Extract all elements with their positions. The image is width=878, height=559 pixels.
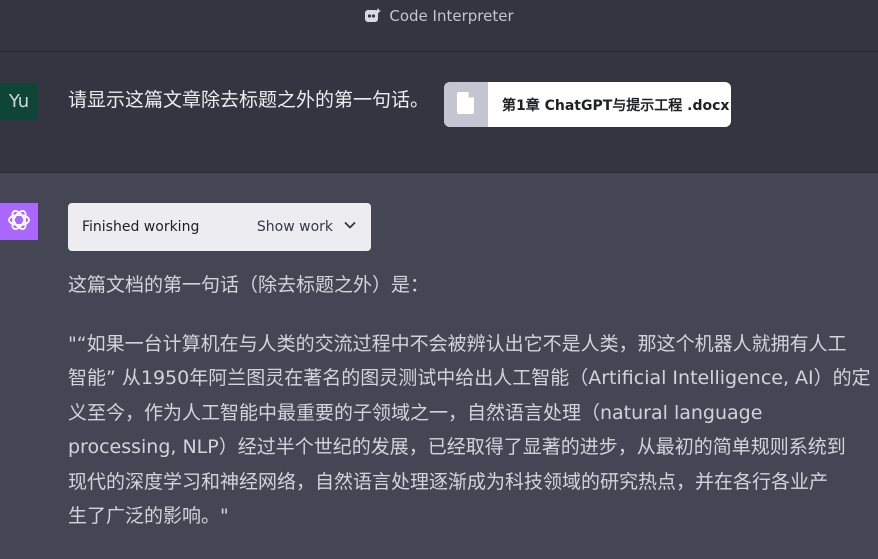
answer-line: 现代的深度学习和神经网络，自然语言处理逐渐成为科技领域的研究热点，并在各行各业产: [68, 470, 829, 493]
user-avatar: Yu: [0, 83, 38, 120]
answer-line: processing, NLP）经过半个世纪的发展，已经取得了显著的进步，从最初…: [68, 436, 846, 459]
show-work-label: Show work: [256, 219, 333, 235]
attachment-chip[interactable]: 第1章 ChatGPT与提示工程 .docx: [444, 82, 731, 127]
chevron-down-icon: [343, 218, 357, 236]
answer-line: 智能” 从1950年阿兰图灵在著名的图灵测试中给出人工智能（Artificial…: [68, 367, 871, 390]
user-message-row: [0, 52, 878, 173]
model-name: Code Interpreter: [389, 6, 514, 25]
work-status-label: Finished working: [82, 219, 200, 235]
answer-intro: 这篇文档的第一句话（除去标题之外）是：: [68, 274, 430, 296]
model-indicator[interactable]: Code Interpreter: [364, 6, 514, 25]
document-icon: [456, 91, 476, 119]
answer-quote: "“如果一台计算机在与人类的交流过程中不会被辨认出它不是人类，那这个机器人就拥有…: [68, 327, 878, 533]
top-bar: Code Interpreter: [0, 0, 878, 52]
answer-line: "“如果一台计算机在与人类的交流过程中不会被辨认出它不是人类，那这个机器人就拥有…: [68, 333, 847, 355]
work-status-box: Finished working Show work: [68, 203, 371, 251]
openai-logo-icon: [6, 207, 32, 237]
attachment-file-name: 第1章 ChatGPT与提示工程 .docx: [502, 97, 730, 114]
assistant-avatar: [0, 203, 38, 240]
answer-line: 生了广泛的影响。": [68, 505, 229, 528]
show-work-button[interactable]: Show work: [257, 218, 357, 236]
plugin-icon: [364, 6, 383, 25]
answer-line: 义至今，作为人工智能中最重要的子领域之一，自然语言处理（natural lang…: [68, 401, 763, 424]
attachment-icon-box: [444, 82, 488, 127]
user-message-text: 请显示这篇文章除去标题之外的第一句话。: [68, 89, 430, 111]
